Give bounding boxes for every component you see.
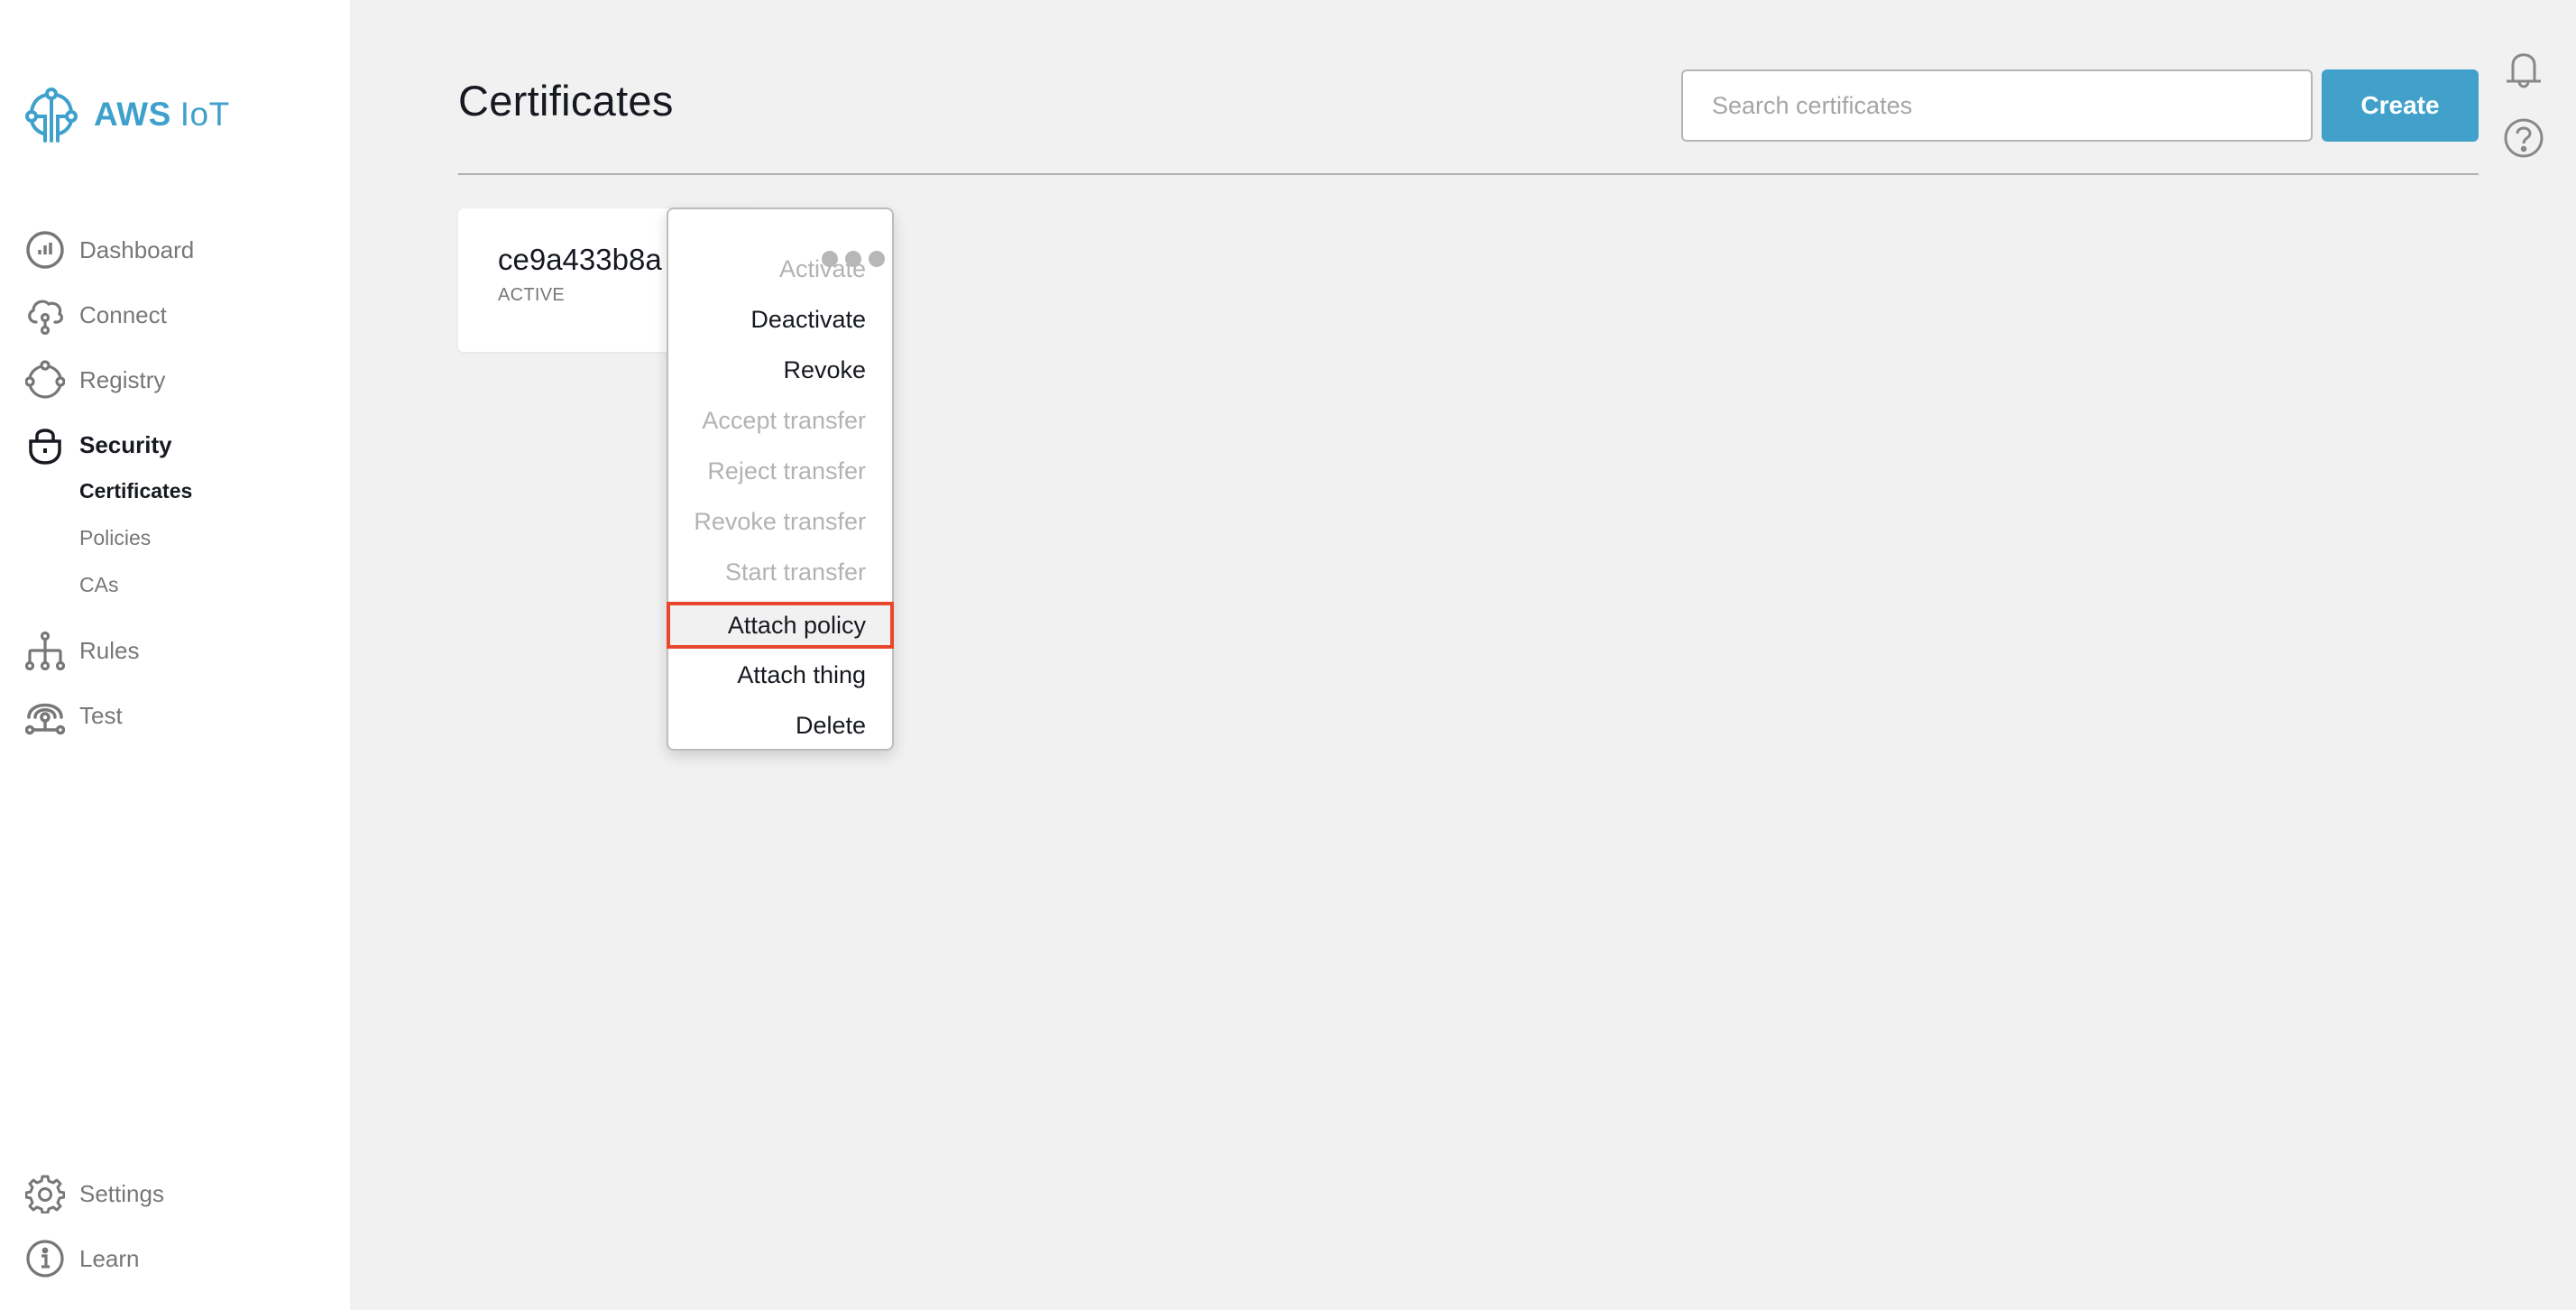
rules-icon	[25, 631, 65, 670]
page-title: Certificates	[458, 77, 674, 125]
sidebar-item-label: Settings	[79, 1179, 164, 1207]
certificate-id: ce9a433b8a	[498, 243, 662, 276]
menu-item-reject-transfer[interactable]: Reject transfer	[668, 447, 892, 494]
sidebar-item-settings[interactable]: Settings	[25, 1172, 164, 1215]
menu-item-revoke[interactable]: Revoke	[668, 346, 892, 393]
registry-icon	[25, 360, 65, 400]
aws-iot-logo-icon	[25, 88, 78, 143]
sidebar-subitem-certificates[interactable]: Certificates	[79, 476, 192, 505]
bell-icon[interactable]	[2502, 49, 2545, 92]
certificate-actions-menu: Activate Deactivate Revoke Accept transf…	[667, 208, 894, 751]
sidebar-item-label: Learn	[79, 1244, 140, 1272]
header-divider	[458, 173, 2479, 175]
sidebar-subitem-cas[interactable]: CAs	[79, 570, 118, 599]
sidebar-item-dashboard[interactable]: Dashboard	[25, 228, 194, 272]
sidebar-item-registry[interactable]: Registry	[25, 358, 165, 401]
menu-item-accept-transfer[interactable]: Accept transfer	[668, 397, 892, 444]
sidebar-item-label: Dashboard	[79, 235, 195, 263]
info-icon	[25, 1239, 65, 1278]
sidebar-item-label: Security	[79, 430, 172, 458]
sidebar-item-label: Connect	[79, 300, 167, 328]
logo-text-bold: AWS	[94, 96, 171, 133]
sidebar-item-connect[interactable]: Connect	[25, 293, 167, 337]
certificate-status: ACTIVE	[498, 285, 566, 305]
help-icon[interactable]	[2502, 116, 2545, 160]
aws-iot-logo[interactable]: AWS IoT	[25, 87, 230, 143]
dashboard-icon	[25, 230, 65, 270]
lock-icon	[25, 425, 65, 465]
menu-item-revoke-transfer[interactable]: Revoke transfer	[668, 498, 892, 545]
search-input[interactable]	[1681, 69, 2313, 142]
sidebar-item-test[interactable]: Test	[25, 694, 123, 737]
sidebar-item-label: Registry	[79, 365, 166, 393]
sidebar: AWS IoT Dashboard Connect Registry Securi…	[0, 0, 350, 1310]
sidebar-item-learn[interactable]: Learn	[25, 1237, 140, 1280]
logo-text-light: IoT	[179, 96, 230, 133]
sidebar-item-label: Rules	[79, 636, 140, 664]
sidebar-subitem-policies[interactable]: Policies	[79, 523, 151, 552]
menu-item-attach-thing[interactable]: Attach thing	[668, 651, 892, 698]
menu-item-delete[interactable]: Delete	[668, 702, 892, 749]
gear-icon	[25, 1174, 65, 1213]
menu-item-start-transfer[interactable]: Start transfer	[668, 549, 892, 595]
menu-item-attach-policy[interactable]: Attach policy	[667, 602, 894, 649]
logo-text: AWS IoT	[94, 96, 230, 134]
test-signal-icon	[25, 696, 65, 735]
cloud-connect-icon	[25, 295, 65, 335]
create-button[interactable]: Create	[2322, 69, 2479, 142]
sidebar-item-security[interactable]: Security	[25, 423, 172, 466]
menu-item-deactivate[interactable]: Deactivate	[668, 296, 892, 343]
sidebar-item-label: Test	[79, 701, 123, 729]
sidebar-item-rules[interactable]: Rules	[25, 629, 139, 672]
more-options-icon[interactable]	[822, 251, 885, 267]
